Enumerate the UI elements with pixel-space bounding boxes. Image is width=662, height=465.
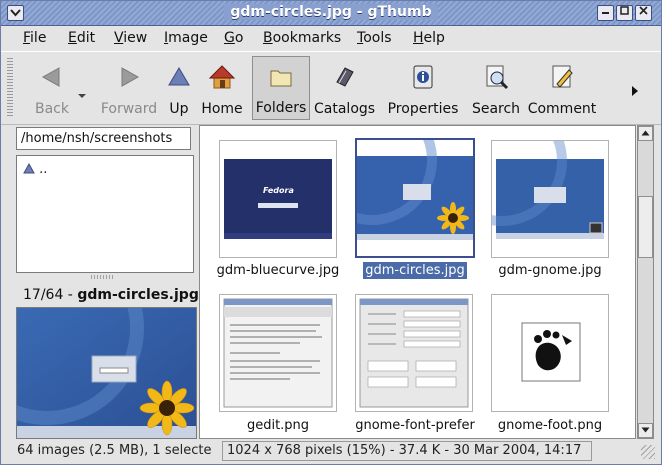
folders-button[interactable]: Folders [252,56,310,120]
chevron-down-icon [641,427,650,433]
minimize-icon [602,12,609,14]
menu-tools[interactable]: Tools [357,30,392,46]
thumbnail-image [521,322,581,382]
close-icon [639,6,648,15]
thumbnail-gdm-circles[interactable] [307,126,475,258]
thumbnail-gnome-font-preferences[interactable] [355,294,473,412]
thumbnail-image [359,298,469,408]
thumbnail-grid[interactable]: Fedora gdm-bluecurve.jpg gdm-circles.jpg… [199,125,636,439]
title-bar[interactable]: gdm-circles.jpg - gThumb [1,1,661,26]
status-summary: 64 images (2.5 MB), 1 selecte [17,443,212,458]
thumbnail-caption: gnome-font-prefer [355,418,475,433]
up-arrow-icon [168,67,190,86]
menu-bar: File Edit View Image Go Bookmarks Tools … [1,26,661,50]
thumbnail-caption: gedit.png [246,418,310,433]
back-arrow-icon [41,67,60,87]
menu-image[interactable]: Image [164,30,208,46]
thumbnail-caption: gnome-foot.png [497,418,603,433]
up-arrow-icon [23,162,35,174]
forward-button[interactable]: Forward [97,56,161,120]
preview-image [17,308,196,438]
chevron-down-icon [78,94,86,98]
chevron-up-icon [641,130,650,136]
folder-item-parent[interactable]: .. [23,162,47,177]
thumbnail-gnome-foot[interactable] [491,294,609,412]
search-icon [486,65,509,90]
vertical-scrollbar[interactable] [637,125,654,439]
menu-file[interactable]: File [23,30,46,46]
chevron-right-icon [632,86,638,96]
window-resize-grip[interactable] [641,445,655,459]
thumbnail-gedit[interactable] [219,294,337,412]
thumbnail-caption: gdm-gnome.jpg [498,263,602,278]
thumbnail-image: Fedora [224,159,332,239]
close-button[interactable] [635,5,652,21]
maximize-button[interactable] [616,5,633,21]
fedora-logo-text: Fedora [263,186,294,195]
toolbar-grip[interactable] [7,58,13,116]
comment-button[interactable]: Comment [527,56,597,120]
location-field[interactable]: /home/nsh/screenshots [16,127,191,150]
folder-icon [270,70,292,87]
menu-edit[interactable]: Edit [68,30,95,46]
home-button[interactable]: Home [199,56,245,120]
thumbnail-gdm-gnome[interactable] [437,126,609,258]
forward-arrow-icon [121,67,140,87]
folder-list[interactable]: .. [16,155,194,273]
comment-icon [552,65,573,88]
menu-help[interactable]: Help [413,30,445,46]
catalog-icon [336,67,354,87]
properties-button[interactable]: Properties [386,56,460,120]
back-history-dropdown[interactable] [77,88,87,98]
image-info: 17/64 - gdm-circles.jpg [23,287,199,303]
catalogs-button[interactable]: Catalogs [314,56,375,120]
status-image-details: 1024 x 768 pixels (15%) - 37.4 K - 30 Ma… [222,441,592,461]
menu-go[interactable]: Go [224,30,243,46]
application-window: gdm-circles.jpg - gThumb File Edit View … [0,0,662,465]
menu-view[interactable]: View [114,30,147,46]
image-preview[interactable] [16,307,197,439]
scroll-down-button[interactable] [638,423,653,438]
properties-icon [413,65,433,89]
back-button[interactable]: Back [23,56,81,120]
pane-resize-handle[interactable] [91,275,115,279]
search-button[interactable]: Search [470,56,522,120]
home-icon [208,65,236,89]
thumbnail-caption: gdm-bluecurve.jpg [216,263,340,278]
thumbnail-image [307,126,473,240]
toolbar: Back Forward Up Home Folders Catalogs Pr… [1,51,661,125]
thumbnail-image [223,298,333,408]
minimize-button[interactable] [597,5,614,21]
menu-bookmarks[interactable]: Bookmarks [263,30,341,46]
scrollbar-thumb[interactable] [638,196,653,258]
window-title: gdm-circles.jpg - gThumb [224,4,438,20]
scroll-up-button[interactable] [638,126,653,141]
up-button[interactable]: Up [163,56,195,120]
thumbnail-image [437,126,604,239]
thumbnail-gdm-bluecurve[interactable]: Fedora [219,140,337,258]
thumbnail-caption-selected: gdm-circles.jpg [363,262,467,279]
maximize-icon [620,6,629,15]
toolbar-overflow-button[interactable] [631,86,639,99]
